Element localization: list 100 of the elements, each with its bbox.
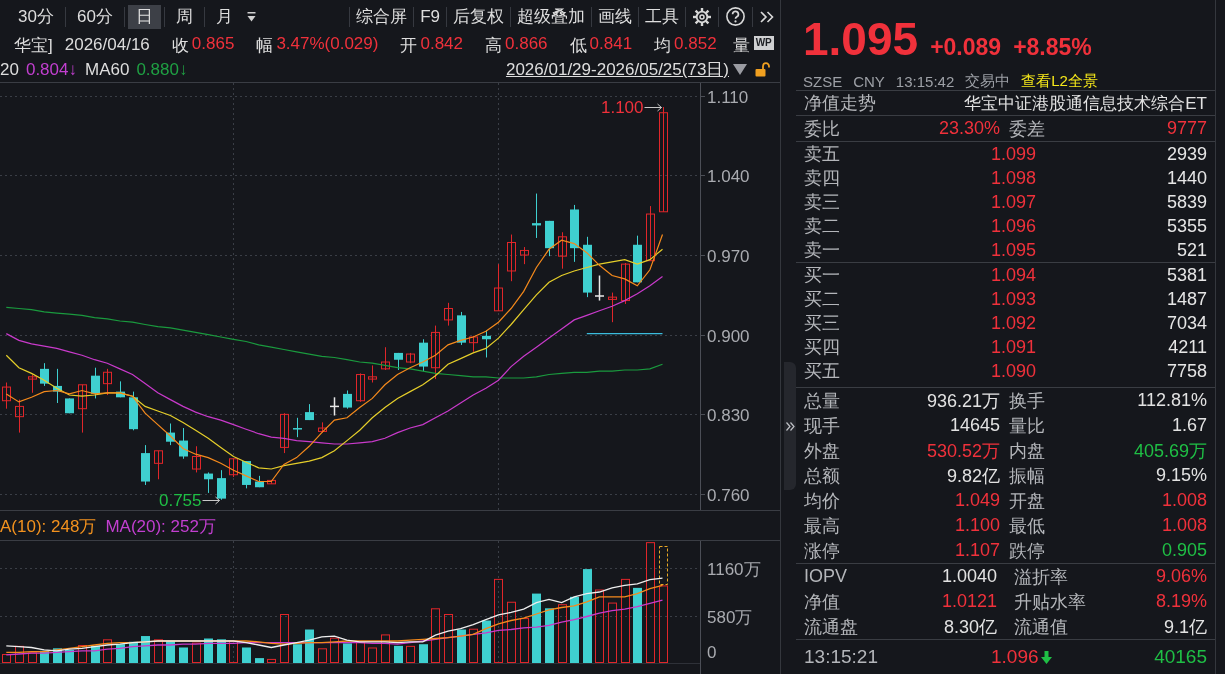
quote-date: 2026/04/16 (64, 35, 150, 55)
period-tab[interactable]: 30分 (10, 4, 62, 29)
candle (305, 403, 314, 421)
field-label: 跌停 (1009, 539, 1045, 563)
period-tab[interactable]: 日 (127, 4, 161, 29)
field-label: 均价 (804, 489, 840, 513)
candle (532, 193, 541, 239)
field-label: 开 (400, 34, 418, 57)
candle (646, 205, 655, 262)
field-label: 现手 (804, 414, 840, 438)
level-volume: 4211 (1168, 336, 1207, 358)
field-label: 量比 (1009, 414, 1045, 438)
security-name: 华宝] (14, 34, 53, 57)
field-value: 1.100 (954, 515, 1000, 536)
volume-bar (444, 614, 453, 663)
volume-bar (40, 650, 49, 663)
candle (356, 372, 365, 403)
level-price: 1.091 (991, 336, 1037, 358)
volume-bar (570, 596, 579, 663)
volume-bar (103, 639, 112, 663)
volume-bar (457, 629, 466, 663)
field-value: 1.107 (954, 540, 1000, 561)
double-chevron-icon[interactable] (760, 10, 774, 23)
candle (457, 311, 466, 346)
help-icon[interactable] (726, 7, 745, 26)
field-label: 净值 (804, 590, 840, 614)
toolbar-button[interactable]: 工具 (641, 4, 683, 29)
price-change: +0.089 (930, 34, 1002, 61)
candle (558, 231, 567, 270)
period-tab[interactable]: 60分 (68, 4, 121, 29)
double-chevron-icon[interactable] (785, 421, 795, 431)
level-volume: 5839 (1166, 191, 1207, 213)
volume-bar (267, 658, 276, 663)
level-price: 1.098 (991, 167, 1037, 189)
candle (343, 390, 352, 410)
period-tab[interactable]: 周 (167, 4, 201, 29)
field-label: 总额 (804, 464, 840, 488)
field-label: 开盘 (1009, 489, 1045, 513)
volume-bar (78, 645, 87, 663)
candle (507, 234, 516, 282)
field-label: 最低 (1009, 514, 1045, 538)
dropdown-caret-icon[interactable] (246, 11, 256, 22)
field-label: 均 (654, 34, 672, 57)
field-value: 0.852 (674, 33, 717, 55)
level-volume: 2939 (1166, 143, 1207, 165)
field-value: 0.841 (589, 33, 633, 55)
field-value: 9.06% (1155, 566, 1207, 587)
volume-bar (28, 652, 37, 663)
panel-toggle[interactable] (784, 362, 796, 490)
volume-bar (116, 644, 125, 663)
candle (116, 380, 125, 398)
volume-bar (154, 639, 163, 663)
toolbar-button[interactable]: 综合屏 (352, 4, 412, 29)
volume-bar (558, 604, 567, 663)
field-label: 流通值 (1014, 615, 1068, 639)
lock-icon[interactable] (755, 62, 770, 77)
candle (217, 469, 226, 501)
level-price: 1.096 (991, 215, 1037, 237)
candle (570, 204, 579, 263)
candle (28, 374, 37, 394)
volume-bar (532, 593, 541, 663)
toolbar-button[interactable]: 后复权 (449, 4, 508, 29)
field-label: 低 (569, 34, 587, 57)
axis-label: 580万 (707, 607, 753, 627)
toolbar-button[interactable]: 超级叠加 (513, 4, 589, 29)
candle (545, 220, 554, 257)
settings-icon[interactable] (693, 7, 711, 26)
volume-bar (343, 643, 352, 663)
legend-label: A(10): 248万 (0, 515, 97, 538)
volume-bar (318, 648, 327, 663)
level-label: 买一 (804, 264, 840, 287)
candle (65, 397, 74, 414)
field-value: 8.30亿 (943, 615, 997, 639)
candle (255, 475, 264, 488)
field-value: 0.842 (420, 33, 463, 55)
volume-bar (381, 634, 390, 663)
volume-bar (166, 640, 175, 663)
field-value: 1.0121 (941, 591, 997, 612)
period-tab[interactable]: 月 (207, 4, 241, 29)
caret-icon[interactable] (733, 64, 747, 75)
volume-bar (520, 618, 529, 663)
exchange-code: SZSE (803, 72, 843, 90)
legend-label: MA(20): 252万 (105, 515, 216, 538)
field-label: 升贴水率 (1014, 590, 1086, 614)
level-price: 1.093 (991, 288, 1037, 310)
toolbar-button[interactable]: F9 (416, 4, 444, 29)
level-price: 1.099 (991, 143, 1037, 165)
date-range-link[interactable]: 2026/01/29-2026/05/25(73日) (505, 58, 729, 81)
volume-bar (2, 654, 11, 663)
level-label: 买二 (804, 288, 840, 311)
wp-badge[interactable]: WP (753, 36, 774, 50)
level-price: 1.097 (991, 191, 1037, 213)
axis-label: 0.760 (707, 485, 750, 505)
candle (406, 352, 415, 364)
toolbar-button[interactable]: 画线 (594, 4, 636, 29)
volume-bar (305, 629, 314, 663)
nav-trend-label[interactable]: 净值走势 (804, 91, 876, 115)
volume-bar (242, 647, 251, 663)
l2-link[interactable]: 查看L2全景 (1021, 71, 1098, 91)
field-label: 内盘 (1009, 439, 1045, 463)
